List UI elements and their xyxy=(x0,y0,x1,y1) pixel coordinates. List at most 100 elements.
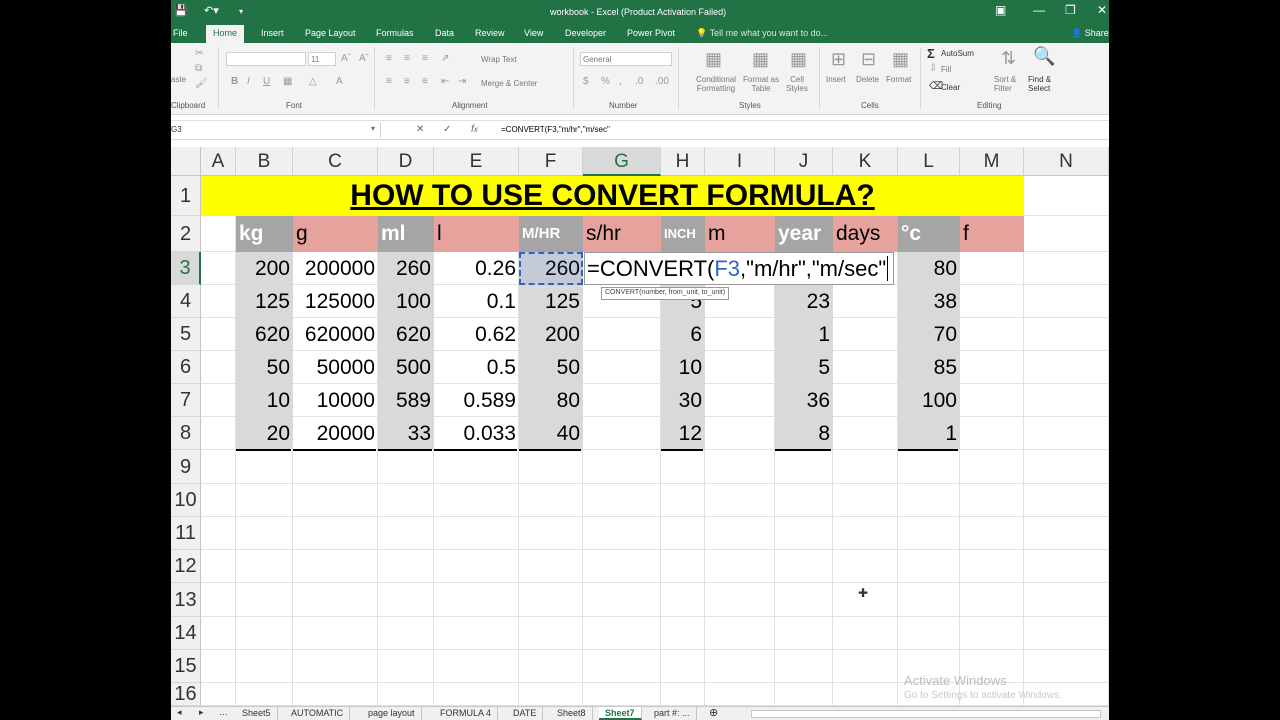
header-cell-c[interactable]: g xyxy=(293,216,378,252)
column-header-m[interactable]: M xyxy=(960,147,1024,176)
header-cell-h[interactable]: INCH xyxy=(661,216,705,252)
row-header-14[interactable]: 14 xyxy=(171,617,201,650)
bold-icon[interactable]: B xyxy=(231,76,238,87)
active-cell-editor[interactable]: =CONVERT(F3,"m/hr","m/sec" xyxy=(584,252,894,285)
cell-h6[interactable]: 10 xyxy=(661,351,705,384)
cell-f4[interactable]: 125 xyxy=(519,285,583,318)
tab-view[interactable]: View xyxy=(524,28,543,38)
sheet-tab[interactable]: Sheet5 xyxy=(236,707,278,720)
tab-review[interactable]: Review xyxy=(475,28,505,38)
align-center-icon[interactable]: ≡ xyxy=(404,76,410,87)
cell-c4[interactable]: 125000 xyxy=(293,285,378,318)
cell-l7[interactable]: 100 xyxy=(898,384,960,417)
sheet-tab-active[interactable]: Sheet7 xyxy=(599,707,642,720)
tab-power-pivot[interactable]: Power Pivot xyxy=(627,28,675,38)
decrease-indent-icon[interactable]: ⇤ xyxy=(441,76,449,87)
row-header-10[interactable]: 10 xyxy=(171,484,201,517)
cell-e3[interactable]: 0.26 xyxy=(434,252,519,285)
column-header-d[interactable]: D xyxy=(378,147,434,176)
cell-l6[interactable]: 85 xyxy=(898,351,960,384)
cell-b3[interactable]: 200 xyxy=(236,252,293,285)
cell-l8[interactable]: 1 xyxy=(898,417,960,450)
increase-indent-icon[interactable]: ⇥ xyxy=(458,76,466,87)
column-header-f[interactable]: F xyxy=(519,147,583,176)
cell-j4[interactable]: 23 xyxy=(775,285,833,318)
italic-icon[interactable]: I xyxy=(247,76,250,87)
customize-icon[interactable]: ▾ xyxy=(239,7,243,16)
tab-page-layout[interactable]: Page Layout xyxy=(305,28,356,38)
font-name-select[interactable] xyxy=(226,52,306,66)
row-header-4[interactable]: 4 xyxy=(171,285,201,318)
cell-d4[interactable]: 100 xyxy=(378,285,434,318)
find-select-button[interactable]: Find & Select xyxy=(1028,75,1062,93)
cell-b5[interactable]: 620 xyxy=(236,318,293,351)
shrink-font-icon[interactable]: Aˇ xyxy=(359,53,369,64)
restore-icon[interactable]: ❐ xyxy=(1065,3,1076,17)
insert-cells-icon[interactable]: ⊞ xyxy=(831,49,846,70)
autosum-button[interactable]: AutoSum xyxy=(941,49,974,58)
more-tabs-icon[interactable]: … xyxy=(219,707,228,717)
sheet-tab[interactable]: DATE xyxy=(507,707,544,720)
formula-input[interactable]: =CONVERT(F3,"m/hr","m/sec" xyxy=(501,125,610,134)
underline-icon[interactable]: U xyxy=(263,76,270,87)
tab-formulas[interactable]: Formulas xyxy=(376,28,414,38)
insert-function-icon[interactable]: fx xyxy=(471,124,478,135)
font-color-icon[interactable]: A xyxy=(336,76,343,87)
tell-me-box[interactable]: 💡 Tell me what you want to do... xyxy=(696,28,828,39)
cell-l5[interactable]: 70 xyxy=(898,318,960,351)
horizontal-scrollbar[interactable] xyxy=(751,710,1101,718)
cell-d5[interactable]: 620 xyxy=(378,318,434,351)
undo-icon[interactable]: ↶▾ xyxy=(204,4,219,17)
borders-icon[interactable]: ▦ xyxy=(283,76,292,87)
fill-button[interactable]: Fill xyxy=(941,65,951,74)
column-header-g[interactable]: G xyxy=(583,147,661,176)
delete-cells-button[interactable]: Delete xyxy=(856,75,879,84)
cell-f6[interactable]: 50 xyxy=(519,351,583,384)
delete-cells-icon[interactable]: ⊟ xyxy=(861,49,876,70)
ribbon-display-icon[interactable]: ▣ xyxy=(995,3,1006,17)
wrap-text-button[interactable]: Wrap Text xyxy=(481,55,517,64)
fill-color-icon[interactable]: △ xyxy=(309,76,317,87)
cell-d3[interactable]: 260 xyxy=(378,252,434,285)
middle-align-icon[interactable]: ≡ xyxy=(404,53,410,64)
row-header-1[interactable]: 1 xyxy=(171,176,201,216)
column-header-n[interactable]: N xyxy=(1024,147,1109,176)
share-button[interactable]: 👤 Share xyxy=(1071,28,1109,39)
cell-styles-icon[interactable]: ▦ xyxy=(790,49,807,70)
cancel-icon[interactable]: ✕ xyxy=(416,124,424,135)
chevron-down-icon[interactable]: ▾ xyxy=(371,124,375,133)
sheet-tab[interactable]: page layout xyxy=(362,707,422,720)
cell-d8[interactable]: 33 xyxy=(378,417,434,450)
cell-c3[interactable]: 200000 xyxy=(293,252,378,285)
percent-icon[interactable]: % xyxy=(601,76,610,87)
cell-l3[interactable]: 80 xyxy=(898,252,960,285)
add-sheet-icon[interactable]: ⊕ xyxy=(709,706,718,719)
minimize-icon[interactable]: — xyxy=(1033,3,1045,17)
cell-h5[interactable]: 6 xyxy=(661,318,705,351)
sheet-tab[interactable]: part #: ... xyxy=(648,707,697,720)
name-box[interactable]: G3 ▾ xyxy=(171,123,381,138)
cell-d6[interactable]: 500 xyxy=(378,351,434,384)
cell-h8[interactable]: 12 xyxy=(661,417,705,450)
cell-c6[interactable]: 50000 xyxy=(293,351,378,384)
accounting-icon[interactable]: $ xyxy=(583,76,589,87)
row-header-5[interactable]: 5 xyxy=(171,318,201,351)
column-header-i[interactable]: I xyxy=(705,147,775,176)
header-cell-d[interactable]: ml xyxy=(378,216,434,252)
row-header-12[interactable]: 12 xyxy=(171,550,201,583)
cell-c8[interactable]: 20000 xyxy=(293,417,378,450)
comma-icon[interactable]: , xyxy=(619,76,622,87)
row-header-16[interactable]: 16 xyxy=(171,683,201,706)
tab-insert[interactable]: Insert xyxy=(261,28,284,38)
tab-home[interactable]: Home xyxy=(206,25,245,43)
cell-f7[interactable]: 80 xyxy=(519,384,583,417)
header-cell-i[interactable]: m xyxy=(705,216,775,252)
find-icon[interactable]: 🔍 xyxy=(1033,46,1055,67)
tab-data[interactable]: Data xyxy=(435,28,454,38)
orientation-icon[interactable]: ⇗ xyxy=(441,53,449,64)
header-cell-j[interactable]: year xyxy=(775,216,833,252)
column-header-a[interactable]: A xyxy=(201,147,236,176)
number-format-select[interactable]: General xyxy=(580,52,672,66)
paste-button[interactable]: aste xyxy=(171,75,186,84)
row-header-2[interactable]: 2 xyxy=(171,216,201,252)
